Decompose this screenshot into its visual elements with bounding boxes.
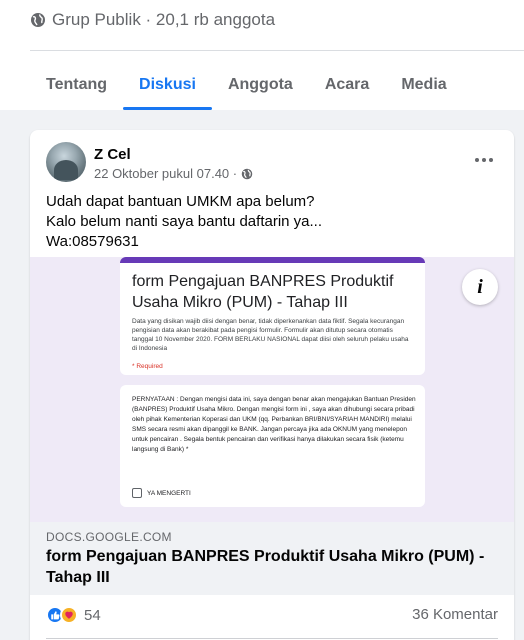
tab-tentang[interactable]: Tentang [30, 60, 123, 110]
link-domain: DOCS.GOOGLE.COM [46, 530, 172, 544]
form-checkbox-row: YA MENGERTI [132, 488, 191, 498]
tab-diskusi[interactable]: Diskusi [123, 60, 212, 110]
tab-media[interactable]: Media [385, 60, 462, 110]
post-card: Z Cel 22 Oktober pukul 07.40 · Udah dapa… [30, 130, 514, 640]
group-meta: Grup Publik · 20,1 rb anggota [30, 10, 275, 30]
form-description: Data yang disikan wajib diisi dengan ben… [132, 318, 409, 352]
avatar[interactable] [46, 142, 86, 182]
group-meta-text: Grup Publik · 20,1 rb anggota [52, 10, 276, 29]
tab-anggota[interactable]: Anggota [212, 60, 309, 110]
link-details[interactable]: DOCS.GOOGLE.COM form Pengajuan BANPRES P… [30, 522, 514, 595]
post-timestamp-text[interactable]: 22 Oktober pukul 07.40 · [94, 166, 237, 181]
more-dot [475, 158, 479, 162]
care-icon [60, 606, 78, 624]
required-note: * Required [132, 363, 163, 370]
statement-text: PERNYATAAN : Dengan mengisi data ini, sa… [132, 396, 416, 453]
divider [30, 50, 524, 51]
globe-icon [31, 13, 45, 27]
form-header-card: form Pengajuan BANPRES Produktif Usaha M… [120, 257, 425, 375]
more-dot [489, 158, 493, 162]
reaction-count: 54 [84, 606, 101, 624]
info-icon[interactable]: i [462, 269, 498, 305]
link-preview-image[interactable]: form Pengajuan BANPRES Produktif Usaha M… [30, 257, 514, 522]
post-author[interactable]: Z Cel [94, 146, 131, 163]
globe-icon [241, 168, 253, 179]
form-question-card: PERNYATAAN : Dengan mengisi data ini, sa… [120, 385, 425, 507]
post-timestamp: 22 Oktober pukul 07.40 · [94, 166, 253, 181]
group-header: Grup Publik · 20,1 rb anggota Tentang Di… [0, 0, 524, 110]
reactions-summary[interactable]: 54 [46, 606, 101, 624]
tab-acara[interactable]: Acara [309, 60, 385, 110]
more-dot [482, 158, 486, 162]
post-text: Udah dapat bantuan UMKM apa belum? Kalo … [46, 193, 323, 250]
group-tabs: Tentang Diskusi Anggota Acara Media [30, 60, 463, 110]
divider [46, 638, 498, 639]
more-options-button[interactable] [470, 148, 498, 172]
link-title: form Pengajuan BANPRES Produktif Usaha M… [46, 548, 485, 586]
comment-count[interactable]: 36 Komentar [412, 606, 498, 623]
checkbox [132, 488, 142, 498]
form-title: form Pengajuan BANPRES Produktif Usaha M… [132, 273, 394, 311]
checkbox-label: YA MENGERTI [147, 489, 191, 497]
